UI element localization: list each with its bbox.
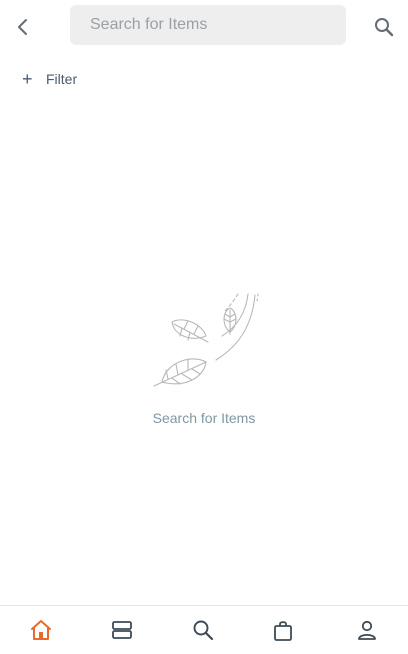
shopping-bag-icon: [274, 621, 292, 641]
search-button[interactable]: [371, 14, 397, 40]
nav-search[interactable]: [189, 616, 217, 644]
search-input[interactable]: [70, 5, 346, 45]
categories-icon: [112, 621, 132, 639]
back-button[interactable]: [10, 14, 36, 40]
top-bar: [0, 0, 408, 52]
nav-home[interactable]: [27, 616, 55, 644]
nav-cart[interactable]: [269, 616, 297, 644]
plus-icon: +: [22, 69, 33, 89]
home-icon: [31, 620, 51, 640]
nav-profile[interactable]: [353, 616, 381, 644]
chevron-left-icon: [18, 19, 27, 35]
search-screen: + Filter Search for Items: [0, 0, 408, 654]
search-icon: [375, 18, 394, 37]
nav-categories[interactable]: [108, 616, 136, 644]
falling-leaves-illustration: [153, 293, 259, 387]
filter-label: Filter: [46, 71, 78, 87]
filter-button[interactable]: + Filter: [22, 68, 77, 90]
profile-icon: [358, 620, 376, 640]
bottom-nav: [0, 605, 408, 654]
empty-state-message: Search for Items: [152, 410, 256, 426]
search-icon: [193, 620, 214, 641]
